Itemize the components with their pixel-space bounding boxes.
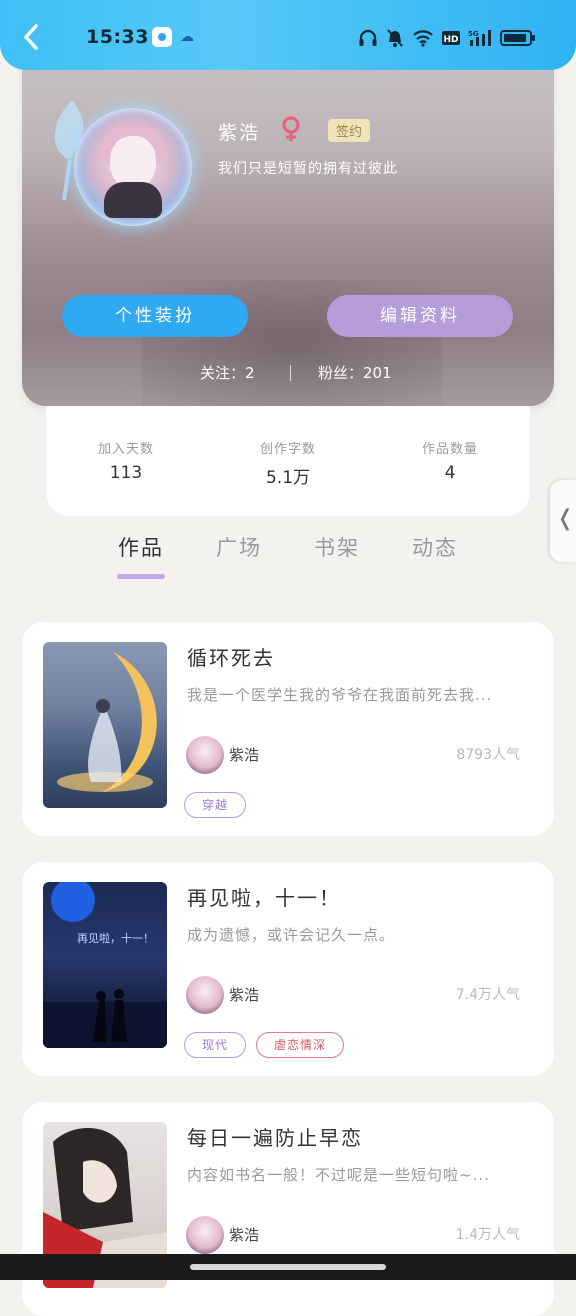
app-notification-icon: [152, 27, 172, 47]
svg-text:HD: HD: [443, 35, 458, 45]
fans-count[interactable]: 粉丝：201: [318, 362, 392, 383]
home-indicator[interactable]: [190, 1264, 386, 1270]
content-tabs: 作品 广场 书架 动态: [94, 532, 486, 592]
status-time: 15:33: [86, 26, 149, 48]
stat-word-count: 创作字数 5.1万: [228, 438, 348, 488]
stat-works-count: 作品数量 4: [390, 438, 510, 483]
profile-name: 紫浩: [218, 122, 261, 144]
work-description: 我是一个医学生我的爷爷在我面前死去我...: [187, 686, 493, 704]
wifi-icon: [413, 30, 433, 47]
profile-avatar[interactable]: [74, 108, 192, 226]
personalize-button[interactable]: 个性装扮: [62, 295, 248, 337]
avatar-face: [110, 136, 156, 188]
tag[interactable]: 现代: [184, 1032, 247, 1058]
stat-label: 作品数量: [421, 442, 478, 457]
signal-icon: 5G: [468, 30, 491, 46]
popularity-count: 1.4万人气: [455, 1227, 520, 1243]
female-gender-icon: [282, 116, 300, 141]
author-name: 紫浩: [229, 1226, 260, 1244]
back-arrow-icon[interactable]: [18, 22, 46, 52]
signed-author-badge: 签约: [328, 119, 371, 142]
stat-value: 113: [109, 463, 143, 483]
author-avatar: [186, 736, 224, 774]
popularity-count: 7.4万人气: [455, 987, 520, 1003]
cover-text: 再见啦，十一！: [77, 932, 154, 945]
stat-label: 加入天数: [97, 442, 154, 457]
status-bar: 15:33 ☁ HD 5G: [0, 0, 576, 70]
navigation-bar: [0, 1254, 576, 1280]
work-card[interactable]: 循环死去 我是一个医学生我的爷爷在我面前死去我... 紫浩 8793人气 穿越: [22, 622, 554, 836]
work-title: 每日一遍防止早恋: [187, 1126, 363, 1150]
work-tags: 现代 虐恋情深: [184, 1032, 345, 1058]
hd-icon: HD: [442, 31, 460, 45]
edit-profile-button[interactable]: 编辑资料: [327, 295, 513, 337]
work-description: 成为遗憾，或许会记久一点。: [187, 926, 396, 944]
stats-card: 加入天数 113 创作字数 5.1万 作品数量 4: [46, 406, 530, 516]
tab-moments[interactable]: 动态: [388, 532, 482, 562]
battery-icon: [500, 30, 535, 46]
author-avatar: [186, 976, 224, 1014]
work-cover: [43, 642, 167, 808]
night-couple-illustration: [43, 882, 167, 1048]
moon-illustration: [57, 652, 157, 792]
stat-value: 5.1万: [265, 468, 311, 488]
work-tags: 穿越: [184, 792, 247, 818]
mute-bell-icon: [387, 29, 403, 47]
author-name: 紫浩: [229, 746, 260, 764]
work-card[interactable]: 再见啦，十一！ 再见啦，十一！ 成为遗憾，或许会记久一点。 紫浩 7.4万人气 …: [22, 862, 554, 1076]
work-title: 再见啦，十一！: [187, 886, 341, 910]
follow-stats-row: 关注：2 粉丝：201: [22, 362, 554, 386]
profile-header: 紫浩 签约 我们只是短暂的拥有过彼此 个性装扮 编辑资料 关注：2 粉丝：201: [22, 40, 554, 406]
tag[interactable]: 虐恋情深: [256, 1032, 345, 1058]
tab-works[interactable]: 作品: [94, 532, 188, 562]
active-tab-indicator: [117, 574, 165, 579]
side-drawer-handle[interactable]: ❬: [550, 480, 576, 562]
chevron-left-icon: ❬: [556, 506, 575, 531]
status-icons: HD 5G: [358, 26, 535, 50]
stat-join-days: 加入天数 113: [66, 438, 186, 483]
divider: [290, 365, 291, 381]
avatar-dress: [104, 182, 162, 218]
work-card[interactable]: 每日一遍防止早恋 内容如书名一般！不过呢是一些短句啦~... 紫浩 1.4万人气: [22, 1102, 554, 1316]
headphones-icon: [359, 29, 377, 46]
author-name: 紫浩: [229, 986, 260, 1004]
stat-label: 创作字数: [259, 442, 316, 457]
profile-bio: 我们只是短暂的拥有过彼此: [218, 161, 398, 177]
cloud-notification-icon: ☁: [180, 29, 194, 45]
work-cover: 再见啦，十一！: [43, 882, 167, 1048]
work-title: 循环死去: [187, 646, 275, 670]
following-count[interactable]: 关注：2: [200, 362, 255, 383]
work-description: 内容如书名一般！不过呢是一些短句啦~...: [187, 1166, 490, 1184]
tab-bookshelf[interactable]: 书架: [290, 532, 384, 562]
svg-text:5G: 5G: [468, 30, 479, 38]
tab-plaza[interactable]: 广场: [192, 532, 286, 562]
tag[interactable]: 穿越: [184, 792, 247, 818]
popularity-count: 8793人气: [456, 747, 520, 763]
author-avatar: [186, 1216, 224, 1254]
stat-value: 4: [444, 463, 456, 483]
